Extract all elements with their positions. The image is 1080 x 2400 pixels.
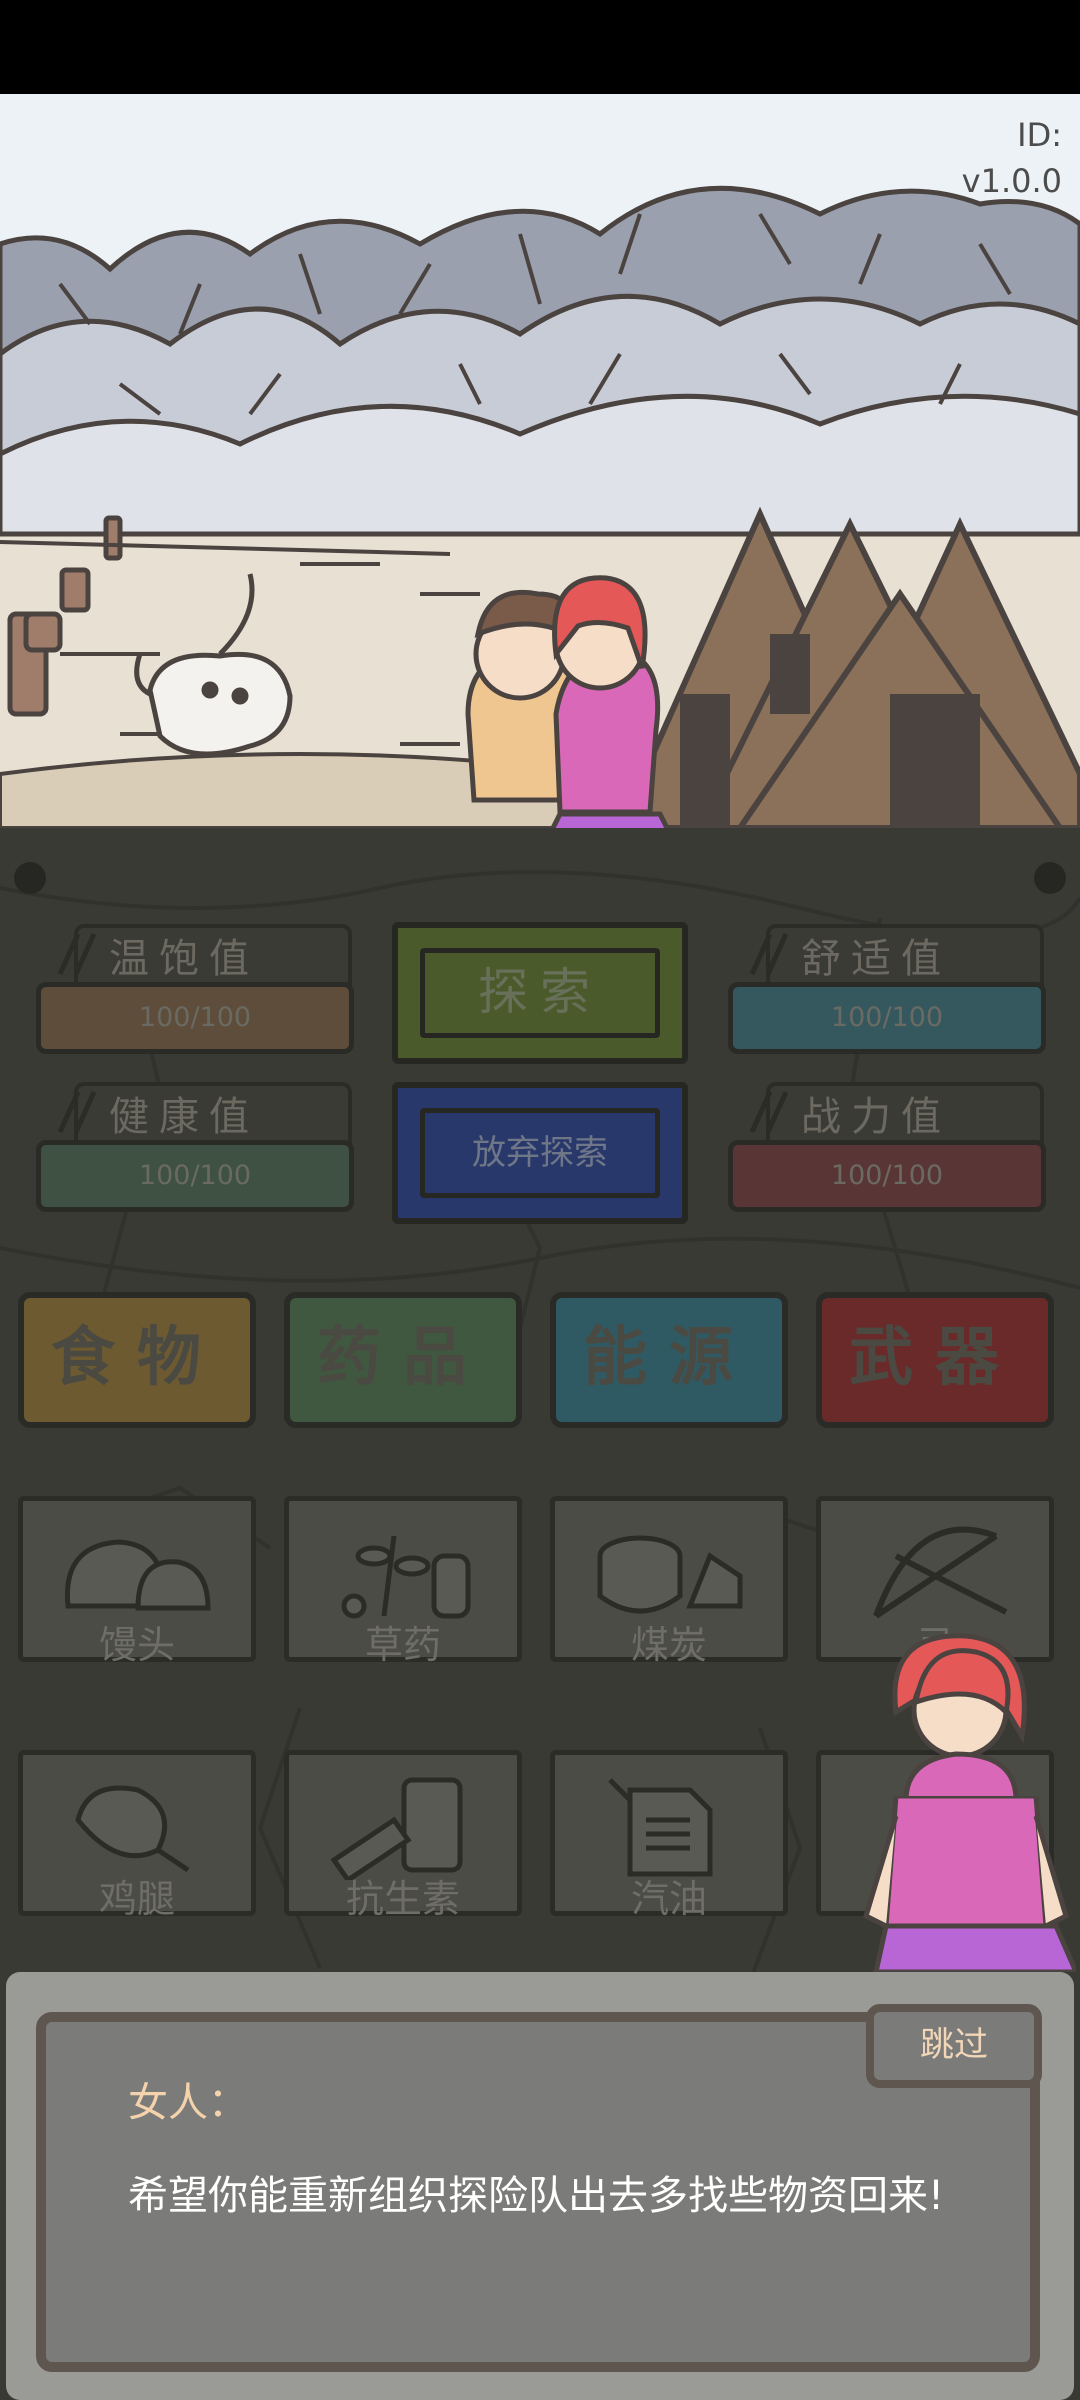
category-medicine-tab[interactable]: 药品: [284, 1292, 522, 1428]
explore-button[interactable]: 探索: [392, 922, 688, 1064]
category-energy-tab[interactable]: 能源: [550, 1292, 788, 1428]
item-card[interactable]: 汽油: [550, 1750, 788, 1921]
dialog-message: 希望你能重新组织探险队出去多找些物资回来!: [128, 2173, 945, 2219]
bow-icon: [873, 1526, 1008, 1619]
medicine-bottle-icon: [330, 1777, 463, 1880]
satiety-stat: 温饱值 100/100: [14, 924, 354, 1064]
stat-label: 健康值: [109, 1094, 259, 1140]
item-label: 抗生素: [345, 1877, 460, 1921]
slash-decoration-icon: [749, 932, 789, 976]
stat-label: 战力值: [801, 1094, 951, 1140]
slash-decoration-icon: [57, 932, 97, 976]
skip-button[interactable]: 跳过: [866, 2004, 1042, 2088]
game-scene: ID: v1.0.0: [0, 94, 1080, 828]
scene-illustration: [0, 185, 1080, 828]
item-card[interactable]: 鸡腿: [18, 1750, 256, 1921]
category-weapon-tab[interactable]: 武器: [816, 1292, 1054, 1428]
coal-icon: [597, 1535, 743, 1614]
item-label: 煤炭: [630, 1623, 707, 1667]
stat-value: 100/100: [728, 1140, 1046, 1212]
stat-value: 100/100: [728, 982, 1046, 1054]
comfort-stat: 舒适值 100/100: [706, 924, 1046, 1064]
abandon-explore-button[interactable]: 放弃探索: [392, 1082, 688, 1224]
herb-icon: [341, 1535, 471, 1619]
item-card[interactable]: 馒头: [18, 1496, 256, 1667]
item-label: 鸡腿: [98, 1877, 175, 1921]
category-food-tab[interactable]: 食物: [18, 1292, 256, 1428]
woman-character-body: [863, 1796, 1076, 1972]
dialog-speaker-name: 女人：: [128, 2080, 248, 2126]
steamed-bun-icon: [64, 1539, 211, 1611]
item-card[interactable]: 煤炭: [550, 1496, 788, 1667]
item-card[interactable]: 抗生素: [284, 1750, 522, 1921]
id-label: ID:: [1017, 116, 1062, 154]
stat-label: 舒适值: [801, 936, 951, 982]
item-label: 草药: [364, 1623, 441, 1667]
abandon-explore-label: 放弃探索: [420, 1108, 660, 1198]
stat-value: 100/100: [36, 1140, 354, 1212]
version-label: ID: v1.0.0: [962, 112, 1062, 204]
explore-label: 探索: [420, 948, 660, 1038]
item-label: 汽油: [630, 1877, 707, 1921]
item-label: 馒头: [98, 1623, 175, 1667]
woman-character-portrait: [892, 1633, 1027, 1800]
slash-decoration-icon: [57, 1090, 97, 1134]
slash-decoration-icon: [749, 1090, 789, 1134]
item-card[interactable]: 草药: [284, 1496, 522, 1667]
status-bar: [0, 0, 1080, 94]
version-number: v1.0.0: [961, 162, 1062, 200]
health-stat: 健康值 100/100: [14, 1082, 354, 1222]
combat-stat: 战力值 100/100: [706, 1082, 1046, 1222]
gas-can-icon: [608, 1778, 713, 1877]
stat-value: 100/100: [36, 982, 354, 1054]
drumstick-icon: [75, 1785, 190, 1873]
stat-label: 温饱值: [109, 936, 259, 982]
